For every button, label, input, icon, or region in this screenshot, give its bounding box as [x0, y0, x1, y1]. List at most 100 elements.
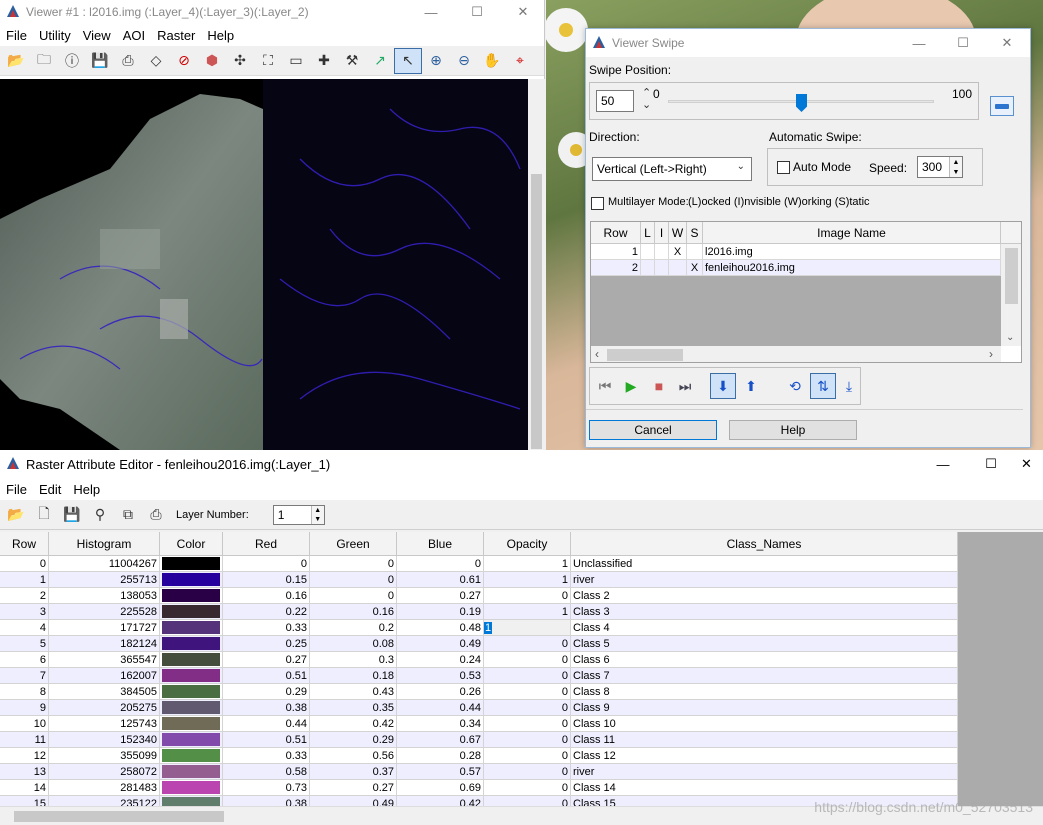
- speed-spin-buttons[interactable]: ▲ ▼: [949, 157, 962, 177]
- red-cell[interactable]: 0.33: [223, 620, 310, 636]
- blue-cell[interactable]: 0.27: [397, 588, 484, 604]
- zoom-out-icon[interactable]: ⊖: [450, 48, 478, 74]
- blue-cell[interactable]: 0.44: [397, 700, 484, 716]
- opacity-cell[interactable]: 0: [484, 780, 571, 796]
- open-layer-icon[interactable]: 🗀: [30, 48, 58, 74]
- fullscreen-icon[interactable]: ⛶: [254, 48, 282, 74]
- static-cell[interactable]: [687, 244, 703, 260]
- green-cell[interactable]: 0.42: [310, 716, 397, 732]
- save-icon[interactable]: 💾: [86, 48, 114, 74]
- menu-file[interactable]: File: [0, 28, 33, 43]
- histogram-cell[interactable]: 258072: [49, 764, 160, 780]
- green-cell[interactable]: 0: [310, 588, 397, 604]
- opacity-cell[interactable]: 1: [484, 572, 571, 588]
- histogram-cell[interactable]: 171727: [49, 620, 160, 636]
- minimize-button[interactable]: —: [408, 0, 454, 24]
- histogram-cell[interactable]: 205275: [49, 700, 160, 716]
- green-cell[interactable]: 0.3: [310, 652, 397, 668]
- opacity-cell[interactable]: 1: [484, 556, 571, 572]
- rotate-icon[interactable]: ⟲: [782, 373, 808, 399]
- clear-icon[interactable]: ⊘: [170, 48, 198, 74]
- color-cell[interactable]: [160, 780, 223, 796]
- class-name-cell[interactable]: Class 4: [571, 620, 958, 636]
- layer-grid[interactable]: Row L I W S Image Name 1 X l2016.img 2 X…: [590, 221, 1022, 363]
- color-swatch[interactable]: [162, 749, 220, 762]
- blue-cell[interactable]: 0.26: [397, 684, 484, 700]
- row-number-cell[interactable]: 12: [0, 748, 49, 764]
- row-number-cell[interactable]: 2: [0, 588, 49, 604]
- row-number-cell[interactable]: 15: [0, 796, 49, 806]
- class-name-cell[interactable]: Unclassified: [571, 556, 958, 572]
- green-cell[interactable]: 0.29: [310, 732, 397, 748]
- green-cell[interactable]: 0.56: [310, 748, 397, 764]
- row-number-cell[interactable]: 7: [0, 668, 49, 684]
- table-row[interactable]: 9 205275 0.38 0.35 0.44 0 Class 9: [0, 700, 958, 716]
- color-swatch[interactable]: [162, 653, 220, 666]
- class-name-cell[interactable]: Class 2: [571, 588, 958, 604]
- measure-icon[interactable]: ▭: [282, 48, 310, 74]
- color-cell[interactable]: [160, 588, 223, 604]
- col-histogram[interactable]: Histogram: [49, 532, 160, 556]
- col-color[interactable]: Color: [160, 532, 223, 556]
- color-swatch[interactable]: [162, 781, 220, 794]
- menu-view[interactable]: View: [77, 28, 117, 43]
- table-row[interactable]: 12 355099 0.33 0.56 0.28 0 Class 12: [0, 748, 958, 764]
- blue-cell[interactable]: 0.69: [397, 780, 484, 796]
- eraser-icon[interactable]: ◇: [142, 48, 170, 74]
- color-swatch[interactable]: [162, 557, 220, 570]
- menu-utility[interactable]: Utility: [33, 28, 77, 43]
- col-blue[interactable]: Blue: [397, 532, 484, 556]
- class-name-cell[interactable]: Class 10: [571, 716, 958, 732]
- working-cell[interactable]: X: [669, 244, 687, 260]
- opacity-cell[interactable]: 0: [484, 764, 571, 780]
- row-number-cell[interactable]: 6: [0, 652, 49, 668]
- green-cell[interactable]: 0.49: [310, 796, 397, 806]
- color-swatch[interactable]: [162, 797, 220, 806]
- green-cell[interactable]: 0.08: [310, 636, 397, 652]
- row-number-cell[interactable]: 11: [0, 732, 49, 748]
- col-l[interactable]: L: [641, 222, 655, 244]
- col-green[interactable]: Green: [310, 532, 397, 556]
- green-cell[interactable]: 0.37: [310, 764, 397, 780]
- move-up-icon[interactable]: ⬆: [738, 373, 764, 399]
- grid-hscroll[interactable]: ‹ ›: [591, 346, 1001, 362]
- direction-select[interactable]: Vertical (Left->Right) ⌄: [592, 157, 752, 181]
- table-row[interactable]: 1 X l2016.img: [591, 244, 1001, 260]
- new-icon[interactable]: 🗋: [30, 502, 58, 528]
- maximize-button[interactable]: ☐: [454, 0, 500, 24]
- close-button[interactable]: ✕: [984, 29, 1030, 57]
- grid-vscroll[interactable]: ⌄: [1001, 244, 1021, 346]
- opacity-cell[interactable]: 0: [484, 636, 571, 652]
- color-cell[interactable]: [160, 636, 223, 652]
- red-cell[interactable]: 0.29: [223, 684, 310, 700]
- color-cell[interactable]: [160, 684, 223, 700]
- invisible-cell[interactable]: [655, 244, 669, 260]
- color-swatch[interactable]: [162, 701, 220, 714]
- green-cell[interactable]: 0.35: [310, 700, 397, 716]
- color-swatch[interactable]: [162, 669, 220, 682]
- red-cell[interactable]: 0.27: [223, 652, 310, 668]
- table-row[interactable]: 13 258072 0.58 0.37 0.57 0 river: [0, 764, 958, 780]
- color-swatch[interactable]: [162, 621, 220, 634]
- blue-cell[interactable]: 0.28: [397, 748, 484, 764]
- color-swatch[interactable]: [162, 573, 220, 586]
- menu-raster[interactable]: Raster: [151, 28, 201, 43]
- row-number-cell[interactable]: 9: [0, 700, 49, 716]
- table-row[interactable]: 11 152340 0.51 0.29 0.67 0 Class 11: [0, 732, 958, 748]
- class-name-cell[interactable]: river: [571, 764, 958, 780]
- red-cell[interactable]: 0.38: [223, 700, 310, 716]
- image-view[interactable]: [0, 79, 528, 450]
- minimize-button[interactable]: —: [920, 450, 966, 478]
- scroll-thumb[interactable]: [607, 349, 683, 361]
- table-row[interactable]: 7 162007 0.51 0.18 0.53 0 Class 7: [0, 668, 958, 684]
- close-button[interactable]: ✕: [1010, 450, 1043, 478]
- color-cell[interactable]: [160, 604, 223, 620]
- row-number-cell[interactable]: 0: [0, 556, 49, 572]
- green-cell[interactable]: 0: [310, 572, 397, 588]
- color-cell[interactable]: [160, 668, 223, 684]
- color-cell[interactable]: [160, 700, 223, 716]
- zoom-in-icon[interactable]: ⊕: [422, 48, 450, 74]
- color-swatch[interactable]: [162, 637, 220, 650]
- menu-help[interactable]: Help: [67, 482, 106, 497]
- inquire-icon[interactable]: ⚒: [338, 48, 366, 74]
